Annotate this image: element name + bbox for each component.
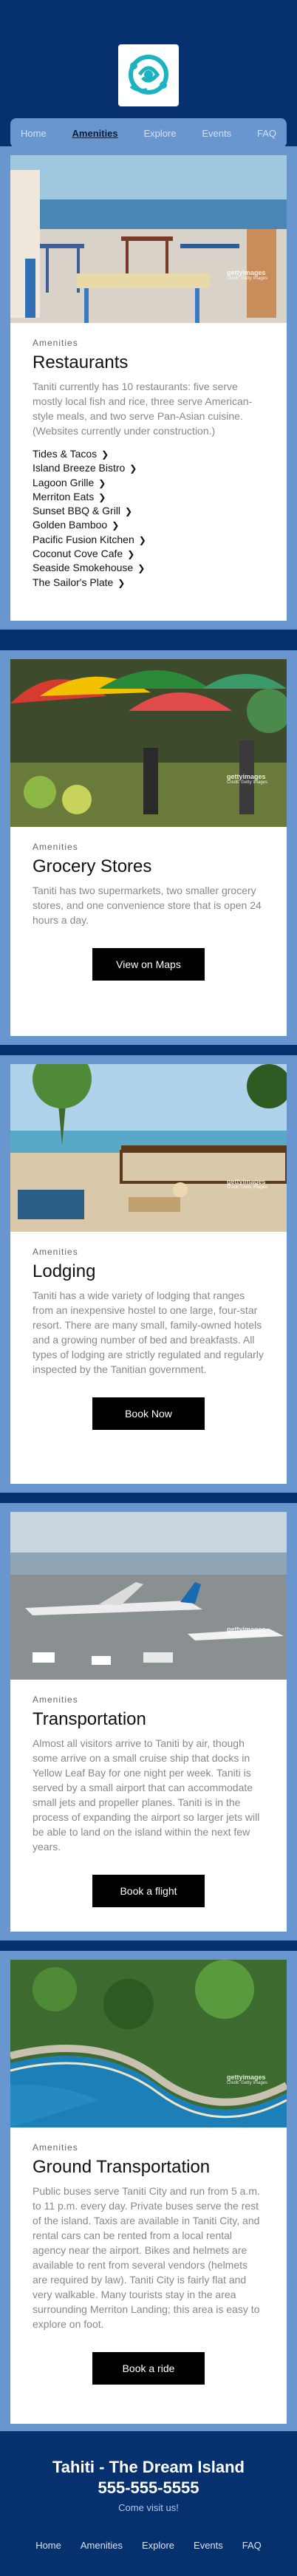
section-eyebrow: Amenities — [33, 338, 78, 348]
restaurant-photo: gettyimages Credit: Getty Images — [10, 155, 287, 323]
photo-credit: gettyimages Credit: Getty Images — [226, 2074, 267, 2086]
logo[interactable] — [118, 44, 179, 106]
section-eyebrow: Amenities — [33, 842, 78, 852]
section-description: Public buses serve Taniti City and run f… — [33, 2185, 260, 2330]
photo-credit: gettyimages Credit: Getty Images — [226, 773, 267, 786]
section-grocery: gettyimages Credit: Getty Images Amenitie… — [0, 650, 297, 1045]
restaurant-link[interactable]: Seaside Smokehouse ❯ — [33, 561, 264, 575]
main-nav: Home Amenities Explore Events FAQ — [10, 118, 287, 148]
airport-photo: gettyimages Credit: Getty Images — [10, 1512, 287, 1680]
chevron-right-icon: ❯ — [127, 549, 135, 560]
book-a-flight-button[interactable]: Book a flight — [92, 1875, 205, 1907]
nav-events[interactable]: Events — [202, 128, 231, 139]
restaurant-link[interactable]: The Sailor's Plate ❯ — [33, 576, 264, 590]
footer-nav-faq[interactable]: FAQ — [242, 2540, 262, 2551]
photo-credit: gettyimages Credit: Getty Images — [226, 269, 267, 282]
chevron-right-icon: ❯ — [125, 506, 133, 517]
section-eyebrow: Amenities — [33, 1694, 78, 1705]
chevron-right-icon: ❯ — [137, 563, 146, 574]
book-a-ride-button[interactable]: Book a ride — [92, 2352, 205, 2385]
restaurant-link[interactable]: Coconut Cove Cafe ❯ — [33, 547, 264, 561]
transportation-card: gettyimages Credit: Getty Images Amenitie… — [10, 1512, 287, 1932]
view-on-maps-button[interactable]: View on Maps — [92, 948, 205, 981]
restaurant-link[interactable]: Sunset BBQ & Grill ❯ — [33, 504, 264, 518]
nav-faq[interactable]: FAQ — [257, 128, 276, 139]
nav-home[interactable]: Home — [21, 128, 47, 139]
restaurant-link[interactable]: Golden Bamboo ❯ — [33, 518, 264, 532]
section-eyebrow: Amenities — [33, 1247, 78, 1257]
footer-nav-events[interactable]: Events — [194, 2540, 223, 2551]
restaurants-card: gettyimages Credit: Getty Images Amenitie… — [10, 155, 287, 621]
lodging-photo: gettyimages Credit: Getty Images — [10, 1064, 287, 1232]
page: Home Amenities Explore Events FAQ gettyi… — [0, 0, 297, 2576]
footer-title: Tahiti - The Dream Island — [52, 2458, 245, 2476]
nav-amenities[interactable]: Amenities — [72, 128, 118, 139]
footer-nav-amenities[interactable]: Amenities — [81, 2540, 123, 2551]
footer-nav-home[interactable]: Home — [35, 2540, 61, 2551]
section-eyebrow: Amenities — [33, 2142, 78, 2153]
book-now-button[interactable]: Book Now — [92, 1397, 205, 1430]
section-description: Taniti has a wide variety of lodging tha… — [33, 1289, 264, 1375]
restaurant-link[interactable]: Island Breeze Bistro ❯ — [33, 461, 264, 475]
ground-transportation-card: gettyimages Credit: Getty Images Amenitie… — [10, 1960, 287, 2424]
grocery-photo: gettyimages Credit: Getty Images — [10, 659, 287, 827]
section-lodging: gettyimages Credit: Getty Images Amenitie… — [0, 1055, 297, 1493]
restaurant-link[interactable]: Tides & Tacos ❯ — [33, 447, 264, 461]
section-ground-transportation: gettyimages Credit: Getty Images Amenitie… — [0, 1951, 297, 2433]
lodging-card: gettyimages Credit: Getty Images Amenitie… — [10, 1064, 287, 1484]
chevron-right-icon: ❯ — [101, 449, 109, 460]
header — [0, 0, 297, 115]
section-title: Restaurants — [33, 352, 129, 372]
section-transportation: gettyimages Credit: Getty Images Amenitie… — [0, 1503, 297, 1940]
section-title: Lodging — [33, 1261, 96, 1281]
restaurant-list: Tides & Tacos ❯ Island Breeze Bistro ❯ Lag… — [33, 447, 264, 590]
footer-tagline: Come visit us! — [118, 2502, 179, 2513]
restaurant-link[interactable]: Merriton Eats ❯ — [33, 490, 264, 504]
chevron-right-icon: ❯ — [98, 477, 106, 488]
photo-credit: gettyimages Credit: Getty Images — [226, 1178, 267, 1190]
chevron-right-icon: ❯ — [98, 491, 106, 502]
section-description: Almost all visitors arrive to Taniti by … — [33, 1737, 260, 1853]
chevron-right-icon: ❯ — [117, 577, 126, 588]
section-title: Ground Transportation — [33, 2157, 211, 2177]
coastal-road-photo: gettyimages Credit: Getty Images — [10, 1960, 287, 2127]
restaurant-link[interactable]: Pacific Fusion Kitchen ❯ — [33, 533, 264, 547]
section-restaurants: gettyimages Credit: Getty Images Amenitie… — [0, 146, 297, 630]
nav-explore[interactable]: Explore — [143, 128, 176, 139]
logo-swirl-icon — [129, 55, 168, 95]
section-description: Taniti has two supermarkets, two smaller… — [33, 885, 262, 926]
footer: Tahiti - The Dream Island 555-555-5555 C… — [0, 2431, 297, 2576]
restaurant-link[interactable]: Lagoon Grille ❯ — [33, 476, 264, 490]
photo-credit: gettyimages Credit: Getty Images — [226, 1626, 267, 1638]
footer-nav: Home Amenities Explore Events FAQ — [0, 2540, 297, 2551]
footer-nav-explore[interactable]: Explore — [142, 2540, 174, 2551]
section-title: Transportation — [33, 1709, 146, 1729]
section-description: Taniti currently has 10 restaurants: fiv… — [33, 381, 253, 437]
chevron-right-icon: ❯ — [138, 534, 146, 545]
footer-phone[interactable]: 555-555-5555 — [0, 2478, 297, 2498]
grocery-card: gettyimages Credit: Getty Images Amenitie… — [10, 659, 287, 1036]
chevron-right-icon: ❯ — [112, 520, 120, 531]
chevron-right-icon: ❯ — [129, 463, 137, 474]
section-title: Grocery Stores — [33, 856, 152, 876]
